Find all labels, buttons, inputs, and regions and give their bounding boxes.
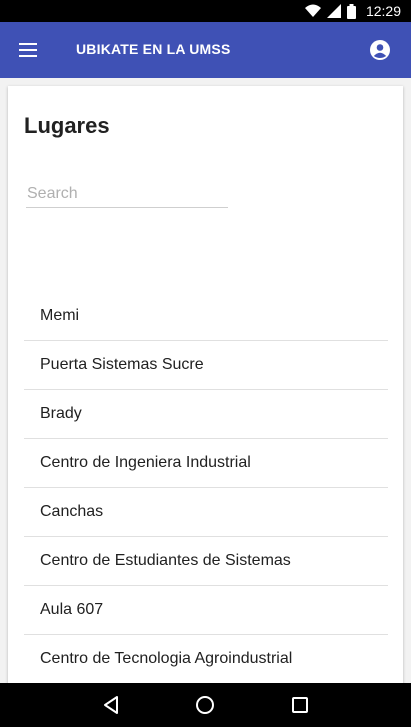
back-icon — [104, 696, 119, 714]
list-item[interactable]: Aula 607 — [24, 586, 388, 635]
search-input[interactable] — [26, 182, 228, 206]
app-bar: UBIKATE EN LA UMSS — [0, 22, 411, 78]
status-icons: 12:29 — [304, 3, 401, 19]
status-time: 12:29 — [365, 3, 401, 19]
recents-button[interactable] — [284, 689, 316, 721]
battery-icon — [346, 3, 356, 19]
app-title: UBIKATE EN LA UMSS — [76, 41, 231, 57]
list-item[interactable]: Brady — [24, 390, 388, 439]
places-card: Lugares Memi Puerta Sistemas Sucre Brady… — [8, 86, 403, 686]
wifi-icon — [304, 4, 321, 17]
back-button[interactable] — [95, 689, 127, 721]
list-item[interactable]: Centro de Ingeniera Industrial — [24, 439, 388, 488]
status-bar: 12:29 — [0, 0, 411, 22]
account-circle-icon — [370, 40, 390, 60]
navigation-bar — [0, 683, 411, 727]
recents-icon — [291, 697, 308, 713]
home-icon — [196, 696, 215, 714]
list-item[interactable]: Centro de Tecnologia Agroindustrial — [24, 635, 388, 684]
search-field — [26, 182, 228, 208]
menu-icon — [19, 43, 37, 57]
list-item[interactable]: Memi — [24, 292, 388, 341]
page-title: Lugares — [24, 113, 110, 138]
menu-button[interactable] — [16, 38, 40, 62]
home-button[interactable] — [189, 689, 221, 721]
list-item[interactable]: Puerta Sistemas Sucre — [24, 341, 388, 390]
account-button[interactable] — [369, 39, 391, 61]
signal-icon — [326, 4, 341, 18]
places-list: Memi Puerta Sistemas Sucre Brady Centro … — [24, 292, 388, 684]
list-item[interactable]: Centro de Estudiantes de Sistemas — [24, 537, 388, 586]
list-item[interactable]: Canchas — [24, 488, 388, 537]
